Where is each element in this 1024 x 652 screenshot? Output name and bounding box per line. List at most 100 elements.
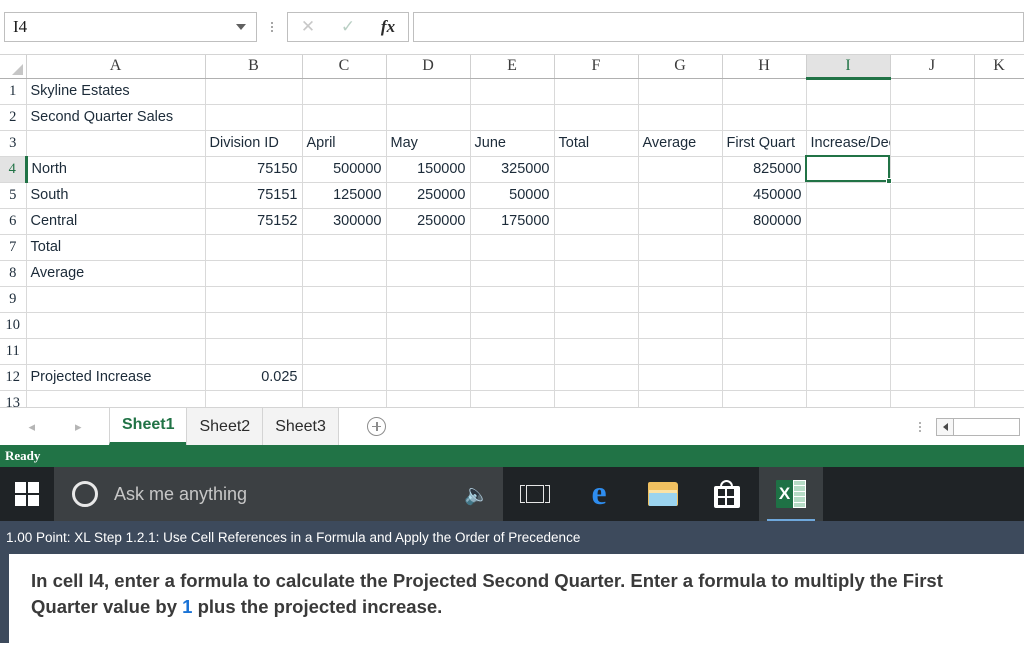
cell-C3[interactable]: April (302, 130, 387, 157)
enter-formula-icon[interactable]: ✓ (328, 13, 368, 41)
cell-J5[interactable] (890, 182, 975, 209)
column-header-K[interactable]: K (974, 55, 1024, 79)
cell-E9[interactable] (470, 286, 555, 313)
cell-D9[interactable] (386, 286, 471, 313)
cell-C4[interactable]: 500000 (302, 156, 387, 183)
cell-C9[interactable] (302, 286, 387, 313)
cell-G6[interactable] (638, 208, 723, 235)
cell-J11[interactable] (890, 338, 975, 365)
row-header-9[interactable]: 9 (0, 286, 27, 313)
cell-C5[interactable]: 125000 (302, 182, 387, 209)
taskbar-item-task-view[interactable] (503, 467, 567, 521)
sheet-tab-sheet3[interactable]: Sheet3 (262, 408, 339, 445)
cell-I5[interactable] (806, 182, 891, 209)
cell-B12[interactable]: 0.025 (205, 364, 303, 391)
cell-H6[interactable]: 800000 (722, 208, 807, 235)
scroll-left-button[interactable] (937, 418, 954, 435)
cell-H5[interactable]: 450000 (722, 182, 807, 209)
cell-A9[interactable] (26, 286, 206, 313)
cell-J8[interactable] (890, 260, 975, 287)
microphone-icon[interactable]: 🔈 (464, 482, 489, 507)
cell-C8[interactable] (302, 260, 387, 287)
cell-B10[interactable] (205, 312, 303, 339)
cell-K2[interactable] (974, 104, 1024, 131)
cell-B8[interactable] (205, 260, 303, 287)
cell-E12[interactable] (470, 364, 555, 391)
cell-I10[interactable] (806, 312, 891, 339)
cell-H10[interactable] (722, 312, 807, 339)
cell-D5[interactable]: 250000 (386, 182, 471, 209)
row-header-5[interactable]: 5 (0, 182, 27, 209)
cortana-search-box[interactable]: Ask me anything 🔈 (54, 467, 503, 521)
cell-J1[interactable] (890, 78, 975, 105)
cell-D3[interactable]: May (386, 130, 471, 157)
column-header-A[interactable]: A (26, 55, 206, 79)
cell-K13[interactable] (974, 390, 1024, 407)
column-header-B[interactable]: B (205, 55, 303, 79)
formula-bar-overflow-icon[interactable] (261, 12, 283, 42)
cell-E11[interactable] (470, 338, 555, 365)
cell-B7[interactable] (205, 234, 303, 261)
taskbar-item-file-explorer[interactable] (631, 467, 695, 521)
cell-G3[interactable]: Average (638, 130, 723, 157)
cell-D10[interactable] (386, 312, 471, 339)
cell-A10[interactable] (26, 312, 206, 339)
cell-G10[interactable] (638, 312, 723, 339)
cell-F9[interactable] (554, 286, 639, 313)
cell-B4[interactable]: 75150 (205, 156, 303, 183)
cell-K4[interactable] (974, 156, 1024, 183)
cell-A7[interactable]: Total (26, 234, 206, 261)
column-header-G[interactable]: G (638, 55, 723, 79)
scroll-overflow-icon[interactable] (908, 415, 932, 439)
cell-D6[interactable]: 250000 (386, 208, 471, 235)
cell-K1[interactable] (974, 78, 1024, 105)
cell-A12[interactable]: Projected Increase (26, 364, 206, 391)
sheet-next-icon[interactable]: ▸ (75, 419, 82, 435)
cell-G2[interactable] (638, 104, 723, 131)
cell-I13[interactable] (806, 390, 891, 407)
spreadsheet-grid[interactable]: A B C D E F G H I J K 1 Skyline Estates (0, 55, 1024, 407)
cell-C12[interactable] (302, 364, 387, 391)
cell-D11[interactable] (386, 338, 471, 365)
cell-A11[interactable] (26, 338, 206, 365)
cell-A6[interactable]: Central (26, 208, 206, 235)
cell-C1[interactable] (302, 78, 387, 105)
row-header-4[interactable]: 4 (0, 156, 28, 183)
cell-B3[interactable]: Division ID (205, 130, 303, 157)
row-header-7[interactable]: 7 (0, 234, 27, 261)
column-header-J[interactable]: J (890, 55, 975, 79)
cell-H1[interactable] (722, 78, 807, 105)
cell-G13[interactable] (638, 390, 723, 407)
select-all-corner[interactable] (0, 55, 27, 79)
name-box[interactable]: I4 (4, 12, 257, 42)
cell-E4[interactable]: 325000 (470, 156, 555, 183)
cell-A5[interactable]: South (26, 182, 206, 209)
cell-I9[interactable] (806, 286, 891, 313)
row-header-10[interactable]: 10 (0, 312, 27, 339)
cell-A4[interactable]: North (26, 156, 206, 183)
taskbar-item-store[interactable] (695, 467, 759, 521)
cell-I1[interactable] (806, 78, 891, 105)
cell-I7[interactable] (806, 234, 891, 261)
cell-J12[interactable] (890, 364, 975, 391)
cell-G12[interactable] (638, 364, 723, 391)
column-header-D[interactable]: D (386, 55, 471, 79)
chevron-down-icon[interactable] (236, 24, 246, 30)
cell-E10[interactable] (470, 312, 555, 339)
cell-J6[interactable] (890, 208, 975, 235)
start-button[interactable] (0, 467, 54, 521)
formula-input[interactable] (413, 12, 1024, 42)
cell-B5[interactable]: 75151 (205, 182, 303, 209)
cell-J10[interactable] (890, 312, 975, 339)
cell-F3[interactable]: Total (554, 130, 639, 157)
cell-E13[interactable] (470, 390, 555, 407)
cell-C11[interactable] (302, 338, 387, 365)
cell-J7[interactable] (890, 234, 975, 261)
taskbar-item-excel[interactable]: X (759, 467, 823, 521)
cell-B11[interactable] (205, 338, 303, 365)
cell-C6[interactable]: 300000 (302, 208, 387, 235)
sheet-prev-icon[interactable]: ◂ (28, 419, 35, 435)
cell-E5[interactable]: 50000 (470, 182, 555, 209)
cell-K11[interactable] (974, 338, 1024, 365)
cell-G1[interactable] (638, 78, 723, 105)
